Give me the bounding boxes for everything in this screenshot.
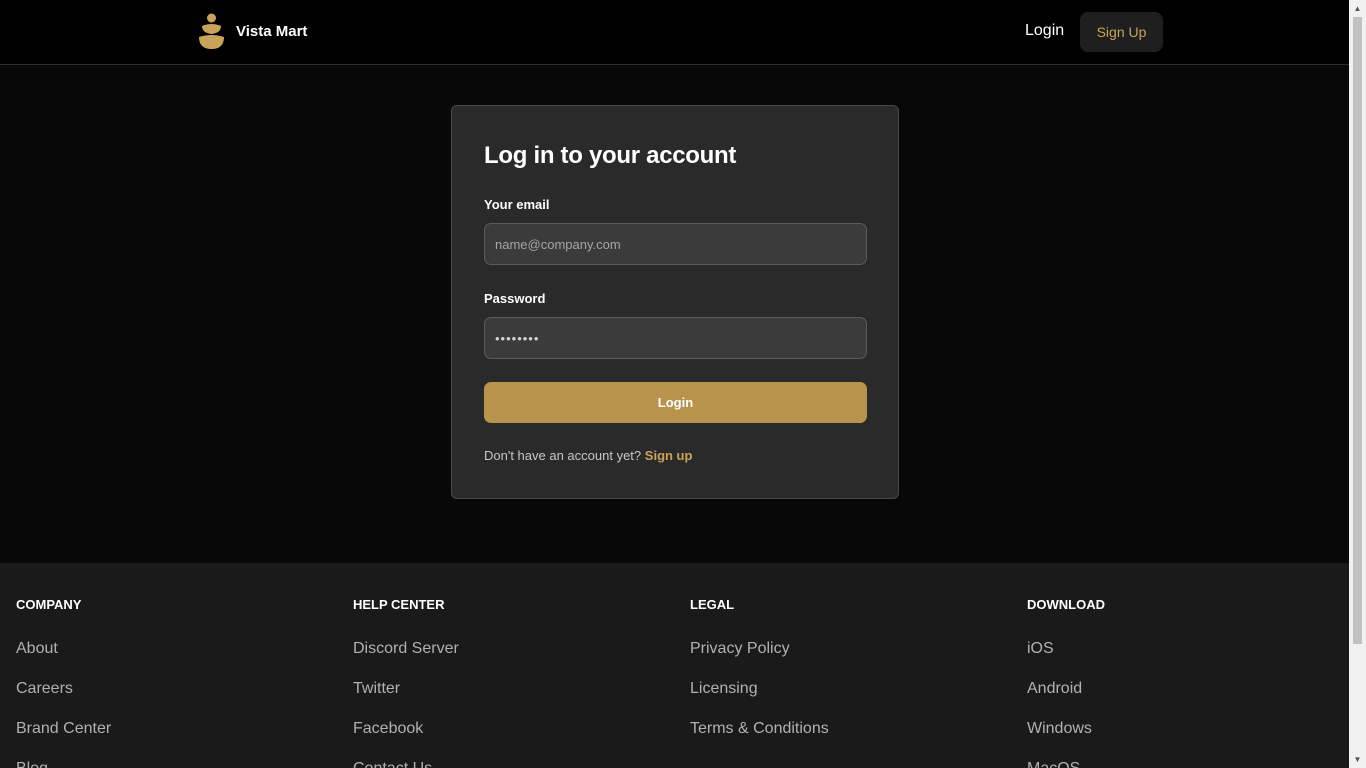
brand[interactable]: Vista Mart [197, 12, 307, 50]
footer-link-contact[interactable]: Contact Us [353, 760, 459, 768]
footer-link-licensing[interactable]: Licensing [690, 680, 829, 720]
top-nav: Vista Mart Login Sign Up [0, 0, 1349, 65]
footer-link-macos[interactable]: MacOS [1027, 760, 1105, 768]
login-card: Log in to your account Your email name@c… [451, 105, 899, 499]
page: Vista Mart Login Sign Up Log in to your … [0, 0, 1349, 768]
login-title: Log in to your account [484, 142, 737, 169]
footer: COMPANY About Careers Brand Center Blog … [0, 563, 1349, 768]
password-input[interactable]: •••••••• [484, 317, 867, 359]
footer-link-about[interactable]: About [16, 640, 111, 680]
footer-link-facebook[interactable]: Facebook [353, 720, 459, 760]
footer-link-blog[interactable]: Blog [16, 760, 111, 768]
footer-link-twitter[interactable]: Twitter [353, 680, 459, 720]
scroll-down-arrow-icon[interactable]: ▼ [1349, 751, 1366, 768]
footer-link-windows[interactable]: Windows [1027, 720, 1105, 760]
nav-login-link[interactable]: Login [1025, 22, 1064, 40]
footer-column-help-center: HELP CENTER Discord Server Twitter Faceb… [353, 597, 459, 768]
email-label: Your email [484, 197, 550, 212]
signup-link[interactable]: Sign up [645, 448, 693, 463]
footer-heading: LEGAL [690, 597, 735, 612]
footer-link-terms[interactable]: Terms & Conditions [690, 720, 829, 760]
email-input[interactable]: name@company.com [484, 223, 867, 265]
email-placeholder: name@company.com [495, 236, 621, 252]
footer-link-android[interactable]: Android [1027, 680, 1105, 720]
page-scrollbar[interactable]: ▲ ▼ [1349, 0, 1366, 768]
scrollbar-thumb[interactable] [1353, 17, 1362, 644]
password-label: Password [484, 291, 546, 306]
password-value: •••••••• [495, 330, 540, 346]
signup-prompt: Don't have an account yet? Sign up [484, 448, 692, 463]
footer-link-brand-center[interactable]: Brand Center [16, 720, 111, 760]
footer-column-legal: LEGAL Privacy Policy Licensing Terms & C… [690, 597, 829, 760]
footer-link-privacy[interactable]: Privacy Policy [690, 640, 829, 680]
login-button[interactable]: Login [484, 382, 867, 423]
scroll-up-arrow-icon[interactable]: ▲ [1349, 0, 1366, 17]
brand-name: Vista Mart [236, 22, 308, 40]
footer-column-download: DOWNLOAD iOS Android Windows MacOS [1027, 597, 1105, 768]
footer-heading: COMPANY [16, 597, 82, 612]
brand-logo-icon [197, 12, 226, 50]
footer-heading: DOWNLOAD [1027, 597, 1105, 612]
footer-column-company: COMPANY About Careers Brand Center Blog [16, 597, 111, 768]
footer-link-discord[interactable]: Discord Server [353, 640, 459, 680]
footer-heading: HELP CENTER [353, 597, 445, 612]
no-account-text: Don't have an account yet? [484, 448, 642, 463]
nav-signup-button[interactable]: Sign Up [1080, 12, 1163, 52]
footer-link-careers[interactable]: Careers [16, 680, 111, 720]
footer-link-ios[interactable]: iOS [1027, 640, 1105, 680]
